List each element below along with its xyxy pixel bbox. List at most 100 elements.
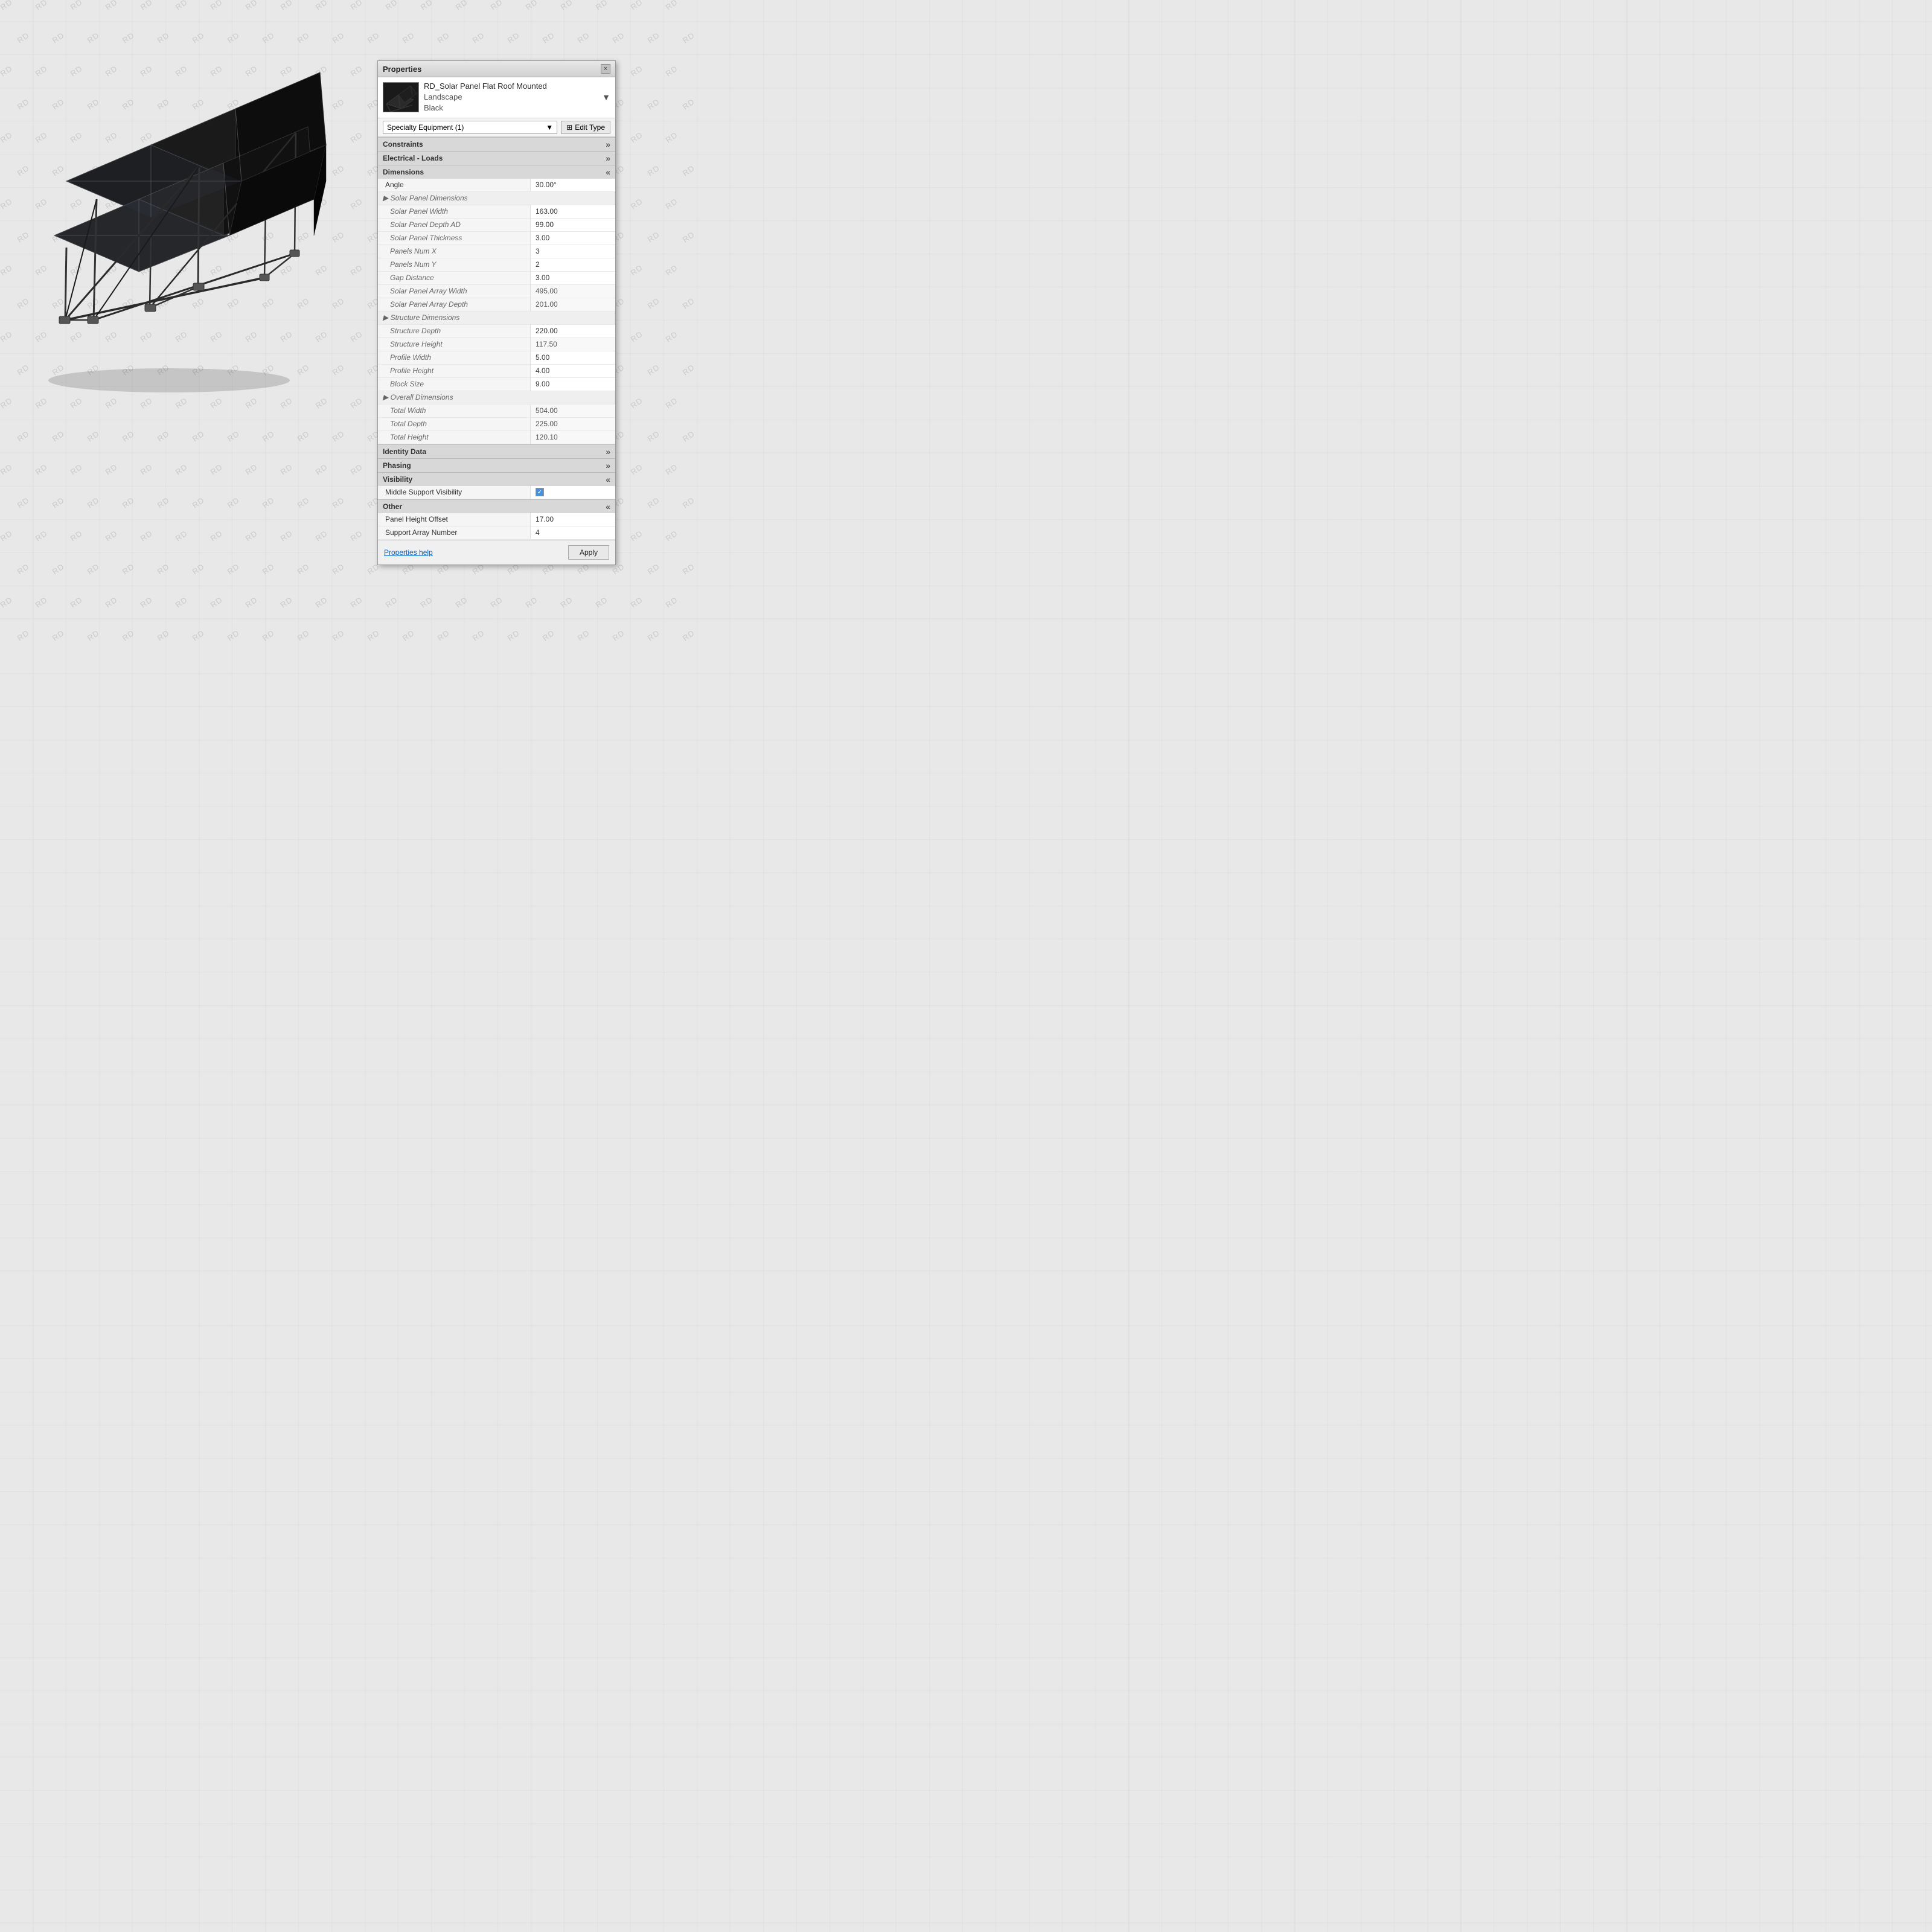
table-row: Solar Panel Array Width495.00 (378, 285, 615, 298)
item-name: RD_Solar Panel Flat Roof Mounted Landsca… (424, 81, 547, 114)
collapse-icon: » (606, 447, 610, 456)
header-arrow: ▼ (602, 92, 610, 102)
prop-value[interactable]: 9.00 (531, 378, 615, 391)
specialty-equipment-dropdown[interactable]: Specialty Equipment (1) ▼ (383, 121, 557, 134)
panel-titlebar: Properties × (378, 61, 615, 77)
panel-dropdown-row: Specialty Equipment (1) ▼ ⊞ Edit Type (378, 118, 615, 137)
prop-label: Structure Height (378, 338, 531, 351)
table-row: Angle30.00° (378, 179, 615, 192)
item-name-line2: Landscape (424, 92, 547, 103)
table-row: Solar Panel Depth AD99.00 (378, 219, 615, 232)
prop-label: Panels Num Y (378, 258, 531, 271)
model-area (18, 60, 356, 423)
prop-label: Solar Panel Array Width (378, 285, 531, 298)
section-header-phasing[interactable]: Phasing» (378, 458, 615, 472)
section-header-visibility[interactable]: Visibility« (378, 472, 615, 486)
collapse-icon: » (606, 153, 610, 163)
prop-value[interactable]: 5.00 (531, 351, 615, 364)
prop-label: ▶ Structure Dimensions (378, 312, 615, 324)
table-row: Profile Width5.00 (378, 351, 615, 365)
prop-label: Profile Width (378, 351, 531, 364)
panel-title: Properties (383, 65, 421, 74)
panel-footer: Properties help Apply (378, 540, 615, 565)
panel-header: RD_Solar Panel Flat Roof Mounted Landsca… (378, 77, 615, 118)
table-row: Middle Support Visibility ✓ (378, 486, 615, 499)
prop-label: Total Height (378, 431, 531, 444)
table-row: Panels Num X3 (378, 245, 615, 258)
prop-value[interactable]: 220.00 (531, 325, 615, 337)
collapse-icon: » (606, 461, 610, 470)
prop-value[interactable]: 99.00 (531, 219, 615, 231)
prop-label: Profile Height (378, 365, 531, 377)
prop-value: 495.00 (531, 285, 615, 298)
table-row: ▶ Structure Dimensions (378, 312, 615, 325)
prop-label: Panels Num X (378, 245, 531, 258)
table-row: Total Depth225.00 (378, 418, 615, 431)
table-row: ▶ Solar Panel Dimensions (378, 192, 615, 205)
prop-value[interactable]: 3.00 (531, 272, 615, 284)
prop-label: Support Array Number (378, 526, 531, 539)
table-row: Solar Panel Thickness3.00 (378, 232, 615, 245)
table-row: Gap Distance3.00 (378, 272, 615, 285)
edit-type-button[interactable]: ⊞ Edit Type (561, 121, 610, 134)
table-row: Structure Height117.50 (378, 338, 615, 351)
collapse-icon: « (606, 167, 610, 177)
collapse-icon: « (606, 502, 610, 511)
panel-content: Constraints»Electrical - Loads»Dimension… (378, 137, 615, 540)
prop-label: ▶ Solar Panel Dimensions (378, 192, 615, 205)
prop-label: ▶ Overall Dimensions (378, 391, 615, 404)
section-header-constraints[interactable]: Constraints» (378, 137, 615, 151)
prop-value[interactable]: 30.00° (531, 179, 615, 191)
prop-value[interactable]: 3.00 (531, 232, 615, 245)
prop-label: Total Depth (378, 418, 531, 430)
prop-value[interactable]: 4 (531, 526, 615, 539)
table-row: Panel Height Offset17.00 (378, 513, 615, 526)
checkbox[interactable]: ✓ (536, 488, 544, 496)
table-row: Profile Height4.00 (378, 365, 615, 378)
table-row: Panels Num Y2 (378, 258, 615, 272)
collapse-icon: » (606, 139, 610, 149)
prop-value: 201.00 (531, 298, 615, 311)
prop-value: 120.10 (531, 431, 615, 444)
section-header-other[interactable]: Other« (378, 499, 615, 513)
prop-value: 225.00 (531, 418, 615, 430)
section-header-electrical[interactable]: Electrical - Loads» (378, 151, 615, 165)
prop-value[interactable]: 3 (531, 245, 615, 258)
prop-label: Solar Panel Thickness (378, 232, 531, 245)
table-row: Solar Panel Array Depth201.00 (378, 298, 615, 312)
properties-panel: Properties × RD_Solar Panel Flat Roof Mo… (377, 60, 616, 565)
properties-help-link[interactable]: Properties help (384, 548, 433, 557)
prop-value[interactable]: ✓ (531, 486, 615, 499)
item-name-line3: Black (424, 103, 547, 114)
prop-label: Angle (378, 179, 531, 191)
table-row: Total Width504.00 (378, 405, 615, 418)
prop-label: Panel Height Offset (378, 513, 531, 526)
apply-button[interactable]: Apply (568, 545, 609, 560)
section-header-identity[interactable]: Identity Data» (378, 444, 615, 458)
prop-label: Middle Support Visibility (378, 486, 531, 499)
prop-value: 504.00 (531, 405, 615, 417)
item-thumbnail (383, 82, 419, 112)
collapse-icon: « (606, 475, 610, 484)
prop-value[interactable]: 2 (531, 258, 615, 271)
prop-label: Block Size (378, 378, 531, 391)
item-name-line1: RD_Solar Panel Flat Roof Mounted (424, 81, 547, 92)
prop-value[interactable]: 163.00 (531, 205, 615, 218)
table-row: Solar Panel Width163.00 (378, 205, 615, 219)
prop-label: Structure Depth (378, 325, 531, 337)
table-row: ▶ Overall Dimensions (378, 391, 615, 405)
prop-label: Solar Panel Depth AD (378, 219, 531, 231)
table-row: Total Height120.10 (378, 431, 615, 444)
edit-type-icon: ⊞ (566, 123, 572, 132)
prop-label: Gap Distance (378, 272, 531, 284)
prop-label: Total Width (378, 405, 531, 417)
prop-value[interactable]: 17.00 (531, 513, 615, 526)
prop-label: Solar Panel Array Depth (378, 298, 531, 311)
table-row: Structure Depth220.00 (378, 325, 615, 338)
section-header-dimensions[interactable]: Dimensions« (378, 165, 615, 179)
table-row: Block Size9.00 (378, 378, 615, 391)
close-button[interactable]: × (601, 64, 610, 74)
table-row: Support Array Number4 (378, 526, 615, 540)
prop-label: Solar Panel Width (378, 205, 531, 218)
prop-value[interactable]: 4.00 (531, 365, 615, 377)
